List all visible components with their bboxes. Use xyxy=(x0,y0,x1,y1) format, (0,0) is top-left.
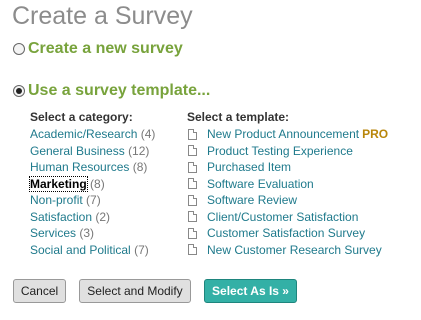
cancel-button[interactable]: Cancel xyxy=(13,279,66,303)
radio-use-template[interactable] xyxy=(13,85,25,97)
category-item[interactable]: Satisfaction (2) xyxy=(30,209,155,226)
category-header: Select a category: xyxy=(30,110,133,124)
template-list: New Product Announcement PRO Product Test… xyxy=(188,126,388,258)
pro-badge: PRO xyxy=(362,127,389,141)
template-item[interactable]: Purchased Item xyxy=(188,159,388,176)
category-item-selected[interactable]: Marketing (8) xyxy=(29,175,155,193)
template-item[interactable]: New Product Announcement PRO xyxy=(188,126,388,143)
category-item[interactable]: Academic/Research (4) xyxy=(30,126,155,143)
template-item[interactable]: New Customer Research Survey xyxy=(188,242,388,259)
document-icon xyxy=(188,128,197,140)
category-list: Academic/Research (4) General Business (… xyxy=(29,126,155,259)
category-item[interactable]: Social and Political (7) xyxy=(30,242,155,259)
document-icon xyxy=(188,211,197,223)
select-as-is-button[interactable]: Select As Is » xyxy=(204,279,297,303)
category-item[interactable]: General Business (12) xyxy=(30,143,155,160)
document-icon xyxy=(188,161,197,173)
template-item[interactable]: Software Evaluation xyxy=(188,176,388,193)
create-new-label[interactable]: Create a new survey xyxy=(28,40,183,58)
template-item[interactable]: Product Testing Experience xyxy=(188,143,388,160)
template-header: Select a template: xyxy=(187,110,290,124)
category-item[interactable]: Non-profit (7) xyxy=(30,192,155,209)
category-item[interactable]: Services (3) xyxy=(30,225,155,242)
page-title: Create a Survey xyxy=(12,2,193,30)
category-item[interactable]: Human Resources (8) xyxy=(30,159,155,176)
use-template-label[interactable]: Use a survey template... xyxy=(28,82,210,100)
template-item[interactable]: Client/Customer Satisfaction xyxy=(188,209,388,226)
use-template-option[interactable]: Use a survey template... xyxy=(13,82,210,100)
document-icon xyxy=(188,194,197,206)
document-icon xyxy=(188,178,197,190)
document-icon xyxy=(188,227,197,239)
document-icon xyxy=(188,244,197,256)
template-item[interactable]: Customer Satisfaction Survey xyxy=(188,225,388,242)
radio-create-new[interactable] xyxy=(13,43,25,55)
template-item[interactable]: Software Review xyxy=(188,192,388,209)
create-new-survey-option[interactable]: Create a new survey xyxy=(13,40,183,58)
select-and-modify-button[interactable]: Select and Modify xyxy=(79,279,191,303)
document-icon xyxy=(188,145,197,157)
